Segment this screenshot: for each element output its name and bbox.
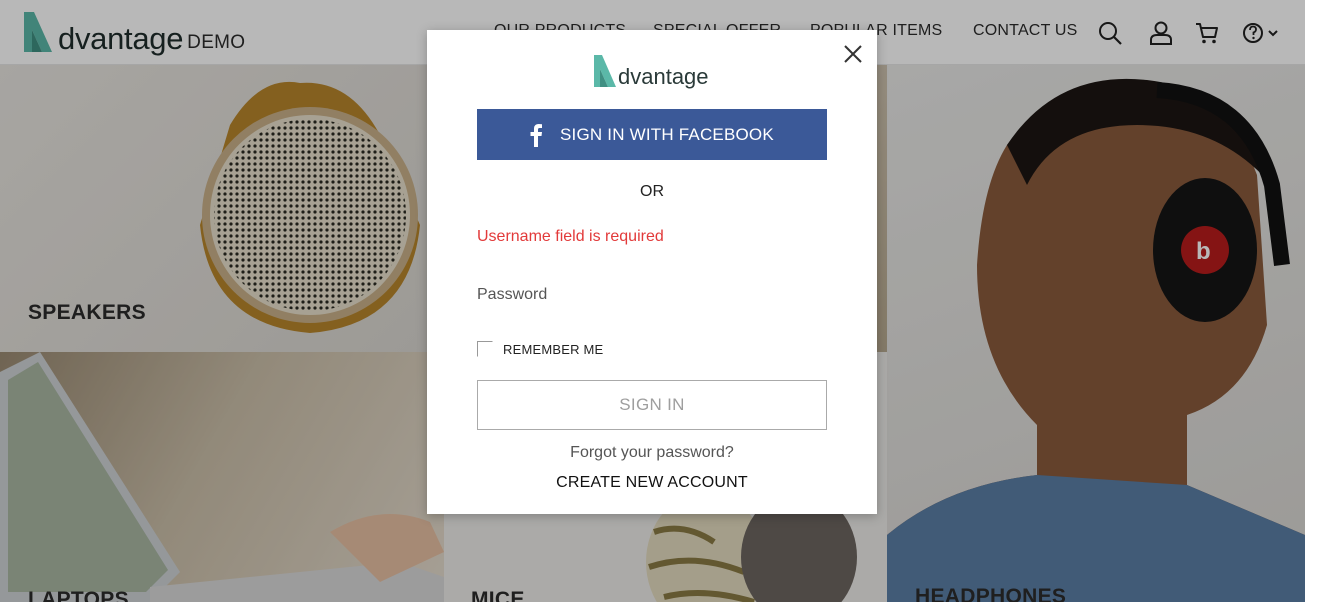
password-input[interactable]	[477, 280, 827, 310]
remember-me-checkbox[interactable]	[477, 341, 493, 357]
facebook-signin-label: SIGN IN WITH FACEBOOK	[560, 124, 774, 144]
page: dvantage DEMO OUR PRODUCTS SPECIAL OFFER…	[0, 0, 1322, 602]
modal-logo-word: dvantage	[618, 64, 709, 89]
username-error-message: Username field is required	[477, 228, 664, 245]
or-divider: OR	[640, 183, 664, 200]
facebook-signin-button[interactable]: SIGN IN WITH FACEBOOK	[477, 109, 827, 160]
advantage-logo-icon	[594, 55, 616, 87]
facebook-icon	[530, 123, 542, 147]
modal-logo: dvantage	[593, 54, 709, 88]
create-account-link[interactable]: CREATE NEW ACCOUNT	[427, 474, 877, 492]
remember-me-label: REMEMBER ME	[503, 341, 604, 357]
forgot-password-link[interactable]: Forgot your password?	[427, 444, 877, 462]
remember-me-toggle[interactable]: REMEMBER ME	[477, 341, 603, 357]
close-icon[interactable]	[843, 44, 863, 64]
login-modal: dvantage SIGN IN WITH FACEBOOK OR Userna…	[427, 30, 877, 514]
sign-in-button[interactable]: SIGN IN	[477, 380, 827, 430]
